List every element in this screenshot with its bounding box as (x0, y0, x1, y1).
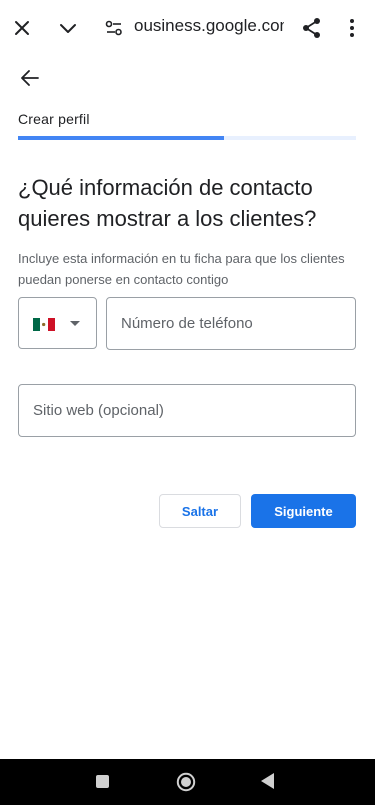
system-back-button[interactable] (261, 773, 274, 789)
arrow-back-icon (21, 70, 39, 86)
system-navigation-bar (0, 759, 375, 805)
close-tab-button[interactable] (8, 12, 36, 44)
phone-number-field[interactable] (106, 297, 356, 350)
website-input[interactable] (33, 385, 341, 436)
page-title: ¿Qué información de contacto quieres mos… (18, 175, 317, 231)
phone-number-input[interactable] (121, 298, 341, 349)
share-icon (303, 18, 320, 38)
next-button[interactable]: Siguiente (251, 494, 356, 528)
site-settings-icon (105, 20, 122, 36)
close-icon (15, 21, 29, 35)
recent-apps-button[interactable] (96, 775, 109, 788)
site-settings-button[interactable] (102, 16, 126, 40)
more-options-button[interactable] (342, 14, 362, 42)
page-description: Incluye esta información en tu ficha par… (18, 251, 345, 287)
browser-toolbar: ousiness.google.com (0, 0, 375, 56)
home-button[interactable] (176, 772, 196, 792)
minimize-tab-button[interactable] (54, 12, 82, 44)
country-code-select[interactable] (18, 297, 97, 349)
progress-bar-fill (18, 136, 225, 140)
website-field[interactable] (18, 384, 356, 437)
skip-button[interactable]: Saltar (159, 494, 241, 528)
progress-bar (18, 136, 356, 140)
share-button[interactable] (298, 14, 326, 42)
step-label: Crear perfil (18, 111, 90, 127)
chevron-down-icon (60, 24, 76, 33)
mexico-flag-icon (33, 318, 55, 331)
dropdown-arrow-icon (70, 321, 80, 326)
url-display[interactable]: ousiness.google.com (134, 16, 284, 36)
more-vert-icon (350, 19, 354, 37)
back-button[interactable] (16, 64, 44, 92)
